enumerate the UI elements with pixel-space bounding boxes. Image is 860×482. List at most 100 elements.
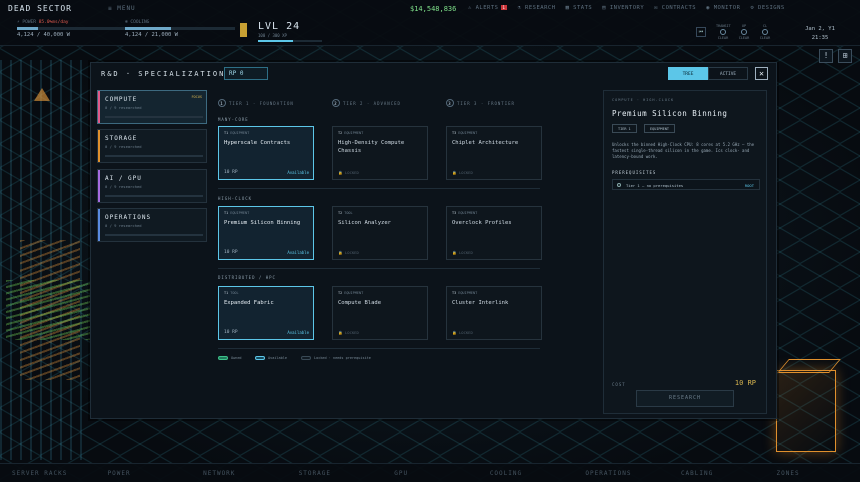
power-meter: ⚡ POWER 85.0%ms/day 4,124 / 40,000 W (17, 20, 127, 38)
tool-gpu[interactable]: GPU (382, 464, 478, 482)
view-tree-button[interactable]: TREE (668, 67, 708, 80)
node-expanded-fabric[interactable]: T1 TOOL Expanded Fabric 10 RP Available (218, 286, 314, 340)
focus-tag: FOCUS (191, 95, 202, 99)
build-toolbar: SERVER RACKS POWER NETWORK STORAGE GPU C… (0, 463, 860, 482)
tier-chip: TIER 1 (612, 124, 637, 133)
server-rack-highlight (776, 370, 836, 452)
lane-divider (218, 188, 540, 189)
modal-title: R&D · SPECIALIZATIONS (101, 70, 232, 78)
game-date: Jan 2, Y1 (805, 26, 835, 32)
lane-label: MANY-CORE (218, 117, 249, 122)
tool-cooling[interactable]: COOLING (478, 464, 574, 482)
player-level: LVL 24 (258, 21, 301, 32)
node-cluster-interlink[interactable]: T3 EQUIPMENT Cluster Interlink 🔒 LOCKED (446, 286, 542, 340)
node-high-density-compute-chassis[interactable]: T2 EQUIPMENT High-Density Compute Chassis… (332, 126, 428, 180)
detail-panel: COMPUTE · HIGH-CLOCK Premium Silicon Bin… (603, 90, 767, 414)
nav-inventory[interactable]: ▤ INVENTORY (602, 5, 644, 11)
tool-operations[interactable]: OPERATIONS (573, 464, 669, 482)
node-overclock-profiles[interactable]: T3 EQUIPMENT Overclock Profiles 🔒 LOCKED (446, 206, 542, 260)
cooling-meter: ❄ COOLING 4,124 / 21,000 W (125, 20, 235, 38)
prereq-item: Tier 1 — no prerequisites ROOT (612, 179, 760, 190)
root-tag: ROOT (744, 183, 754, 188)
status-available: Available (287, 250, 309, 255)
cooling-label: ❄ COOLING (125, 20, 150, 25)
top-bar: DEAD SECTOR ≡ MENU ⚡ POWER 85.0%ms/day 4… (0, 0, 860, 46)
legend-owned: Owned (218, 356, 242, 360)
alert-count-badge: 1 (500, 5, 508, 10)
tool-zones[interactable]: ZONES (765, 464, 860, 482)
nav-monitor[interactable]: ◉ MONITOR (706, 5, 740, 11)
power-rate: 85.0%ms/day (38, 20, 69, 25)
lock-icon: 🔒 LOCKED (338, 170, 359, 175)
tool-network[interactable]: NETWORK (191, 464, 287, 482)
top-nav: ⚠ ALERTS 1 ⚗ RESEARCH ▦ STATS ▤ INVENTORY… (468, 5, 785, 11)
game-clock: Jan 2, Y1 21:35 (800, 25, 840, 43)
nav-designs[interactable]: ⚙ DESIGNS (750, 5, 784, 11)
cooling-value: 4,124 / 21,000 W (125, 32, 178, 38)
grid-button[interactable]: ⊞ (838, 49, 852, 63)
time-speed-button[interactable]: ⏮ (696, 27, 706, 37)
rack-cable-glow (6, 280, 92, 340)
tool-cabling[interactable]: CABLING (669, 464, 765, 482)
lane-divider (218, 268, 540, 269)
level-icon (240, 23, 247, 37)
category-ai-gpu[interactable]: AI / GPU 0 / 9 researched (97, 169, 207, 203)
lane-divider (218, 348, 540, 349)
rd-specializations-modal: R&D · SPECIALIZATIONS RP 0 TREE ACTIVE ✕… (90, 62, 777, 419)
node-compute-blade[interactable]: T2 EQUIPMENT Compute Blade 🔒 LOCKED (332, 286, 428, 340)
menu-button[interactable]: ≡ MENU (108, 5, 136, 12)
tool-power[interactable]: POWER (96, 464, 192, 482)
view-active-button[interactable]: ACTIVE (708, 67, 748, 80)
lock-icon: 🔒 LOCKED (338, 250, 359, 255)
warning-icon (34, 88, 50, 101)
alert-button[interactable]: ! (819, 49, 833, 63)
status-available: Available (287, 330, 309, 335)
lock-icon: 🔒 LOCKED (452, 170, 473, 175)
category-compute[interactable]: COMPUTE FOCUS 0 / 9 researched (97, 90, 207, 124)
hazard-up: UP CLEAR (738, 24, 750, 40)
game-time: 21:35 (811, 35, 829, 41)
cost-value: 10 RP (734, 379, 756, 387)
app-title: DEAD SECTOR (8, 4, 72, 13)
hazard-transit: TRANSIT CLEAR (716, 24, 731, 40)
status-available: Available (287, 170, 309, 175)
research-button[interactable]: RESEARCH (636, 390, 734, 407)
legend-locked: Locked · needs prerequisite (301, 356, 371, 360)
detail-description: Unlocks the binned High-Clock CPU: 8 cor… (612, 142, 755, 159)
close-icon[interactable]: ✕ (755, 67, 768, 80)
nav-research[interactable]: ⚗ RESEARCH (517, 5, 555, 11)
tier-2-header: 2 TIER 2 · ADVANCED (332, 99, 401, 107)
tier-3-header: 3 TIER 3 · FRONTIER (446, 99, 515, 107)
power-value: 4,124 / 40,000 W (17, 32, 70, 38)
xp-bar (258, 40, 322, 42)
rp-field[interactable]: RP 0 (224, 67, 268, 80)
tool-server-racks[interactable]: SERVER RACKS (0, 464, 96, 482)
money-balance: $14,548,836 (410, 5, 457, 13)
lane-label: HIGH-CLOCK (218, 196, 253, 201)
type-chip: EQUIPMENT (644, 124, 675, 133)
nav-alerts[interactable]: ⚠ ALERTS 1 (468, 5, 508, 11)
legend-available: Available (255, 356, 287, 360)
tool-storage[interactable]: STORAGE (287, 464, 383, 482)
category-storage[interactable]: STORAGE 0 / 9 researched (97, 129, 207, 163)
cooling-bar (125, 27, 235, 30)
node-premium-silicon-binning[interactable]: T1 EQUIPMENT Premium Silicon Binning 10 R… (218, 206, 314, 260)
detail-title: Premium Silicon Binning (612, 109, 728, 118)
cost-label: COST (612, 382, 626, 387)
node-chiplet-architecture[interactable]: T3 EQUIPMENT Chiplet Architecture 🔒 LOCKE… (446, 126, 542, 180)
power-bar (17, 27, 127, 30)
power-label: ⚡ POWER (17, 20, 36, 25)
xp-text: 100 / 300 XP (258, 33, 287, 38)
view-toggle: TREE ACTIVE (668, 67, 748, 80)
prereq-heading: PREREQUISITES (612, 170, 657, 175)
check-icon (617, 183, 621, 187)
lane-label: DISTRIBUTED / HPC (218, 275, 276, 280)
node-hyperscale-contracts[interactable]: T1 EQUIPMENT Hyperscale Contracts 10 RP A… (218, 126, 314, 180)
nav-contracts[interactable]: ✉ CONTRACTS (654, 5, 696, 11)
hazard-cl: CL CLEAR (759, 24, 771, 40)
lock-icon: 🔒 LOCKED (452, 330, 473, 335)
nav-stats[interactable]: ▦ STATS (566, 5, 593, 11)
node-silicon-analyzer[interactable]: T2 TOOL Silicon Analyzer 🔒 LOCKED (332, 206, 428, 260)
lock-icon: 🔒 LOCKED (452, 250, 473, 255)
category-operations[interactable]: OPERATIONS 0 / 9 researched (97, 208, 207, 242)
